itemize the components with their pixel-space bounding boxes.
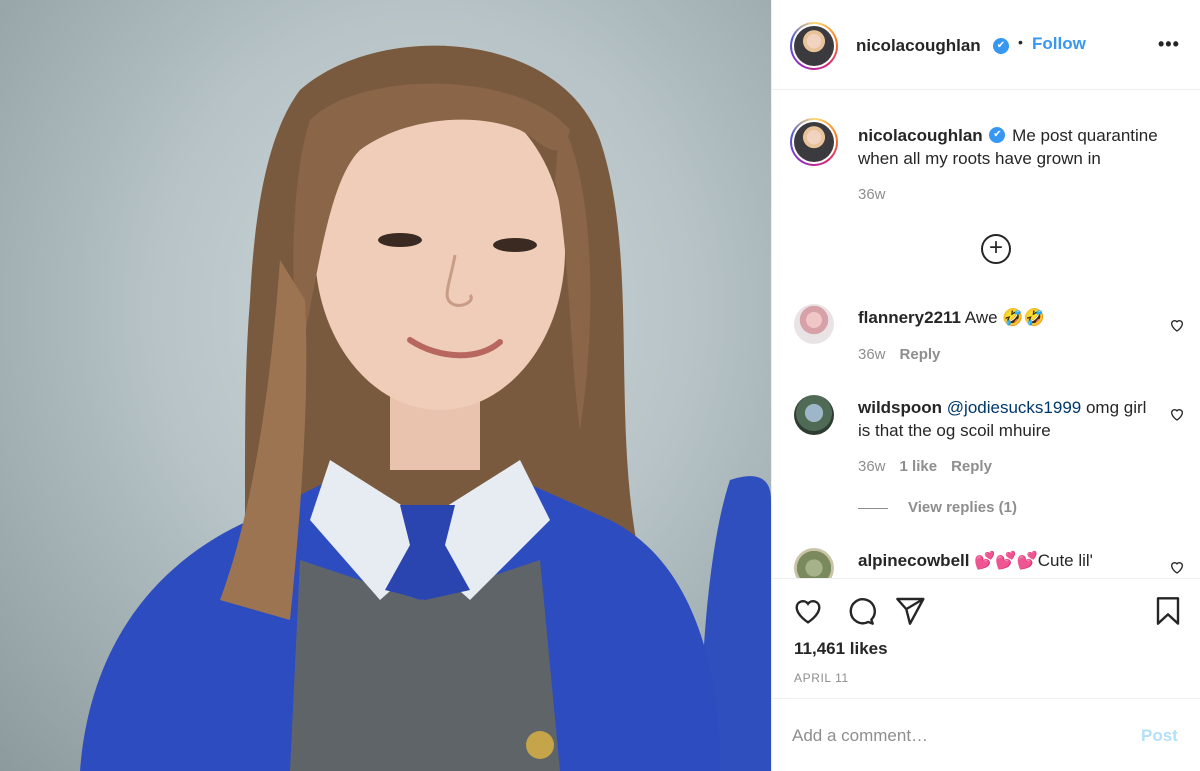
comment-text: alpinecowbell 💕💕💕Cute lil' bbox=[858, 549, 1158, 572]
share-paper-plane-icon[interactable] bbox=[894, 595, 926, 627]
author-username[interactable]: nicolacoughlan bbox=[856, 36, 981, 56]
comment-meta: 36w 1 like Reply bbox=[858, 458, 992, 475]
save-bookmark-icon[interactable] bbox=[1152, 595, 1184, 627]
author-avatar[interactable] bbox=[790, 22, 838, 70]
post-actions: 11,461 likes APRIL 11 bbox=[772, 578, 1200, 698]
comment-meta: 36w Reply bbox=[858, 346, 940, 363]
caption-avatar[interactable] bbox=[790, 118, 838, 166]
more-options-icon[interactable]: ••• bbox=[1158, 34, 1180, 55]
comment-bubble-icon[interactable] bbox=[844, 595, 876, 627]
comment-input[interactable] bbox=[792, 721, 1112, 751]
view-replies-label: View replies (1) bbox=[908, 499, 1017, 516]
comment-body: Awe 🤣🤣 bbox=[961, 308, 1045, 327]
post-header: nicolacoughlan ✔ • Follow ••• bbox=[772, 0, 1200, 90]
comment-username[interactable]: flannery2211 bbox=[858, 308, 961, 327]
like-heart-icon[interactable] bbox=[792, 595, 824, 627]
header-separator: • bbox=[1018, 34, 1023, 50]
caption-timestamp[interactable]: 36w bbox=[858, 186, 886, 203]
follow-button[interactable]: Follow bbox=[1032, 34, 1086, 54]
comment-text: flannery2211 Awe 🤣🤣 bbox=[858, 306, 1158, 329]
verified-badge-icon: ✔ bbox=[989, 126, 1006, 143]
commenter-avatar[interactable] bbox=[794, 548, 834, 578]
commenter-avatar[interactable] bbox=[794, 304, 834, 344]
comment-username[interactable]: alpinecowbell bbox=[858, 551, 969, 570]
comment-mention-link[interactable]: @jodiesucks1999 bbox=[947, 398, 1081, 417]
load-more-comments-icon[interactable]: + bbox=[981, 234, 1011, 264]
comment-text: wildspoon @jodiesucks1999 omg girl is th… bbox=[858, 396, 1158, 442]
comment-timestamp[interactable]: 36w bbox=[858, 458, 886, 475]
post-photo[interactable] bbox=[0, 0, 771, 771]
like-comment-heart-icon[interactable] bbox=[1169, 406, 1185, 422]
post-comment-button[interactable]: Post bbox=[1141, 726, 1178, 746]
comment-body: 💕💕💕Cute lil' bbox=[969, 551, 1093, 570]
post-caption: nicolacoughlan ✔ Me post quarantine when… bbox=[858, 124, 1188, 170]
verified-badge-icon: ✔ bbox=[993, 38, 1009, 54]
like-comment-heart-icon[interactable] bbox=[1169, 559, 1185, 575]
commenter-avatar[interactable] bbox=[794, 395, 834, 435]
reply-button[interactable]: Reply bbox=[951, 458, 992, 475]
replies-divider bbox=[858, 507, 888, 509]
caption-username[interactable]: nicolacoughlan bbox=[858, 126, 983, 145]
view-replies-button[interactable]: View replies (1) bbox=[858, 499, 1017, 516]
comment-username[interactable]: wildspoon bbox=[858, 398, 942, 417]
comment-timestamp[interactable]: 36w bbox=[858, 346, 886, 363]
post-image bbox=[80, 45, 771, 771]
comment-like-count[interactable]: 1 like bbox=[900, 458, 938, 475]
post-date[interactable]: APRIL 11 bbox=[794, 671, 849, 685]
like-count[interactable]: 11,461 likes bbox=[794, 639, 888, 659]
add-comment-bar: Post bbox=[772, 698, 1200, 771]
comments-section[interactable]: nicolacoughlan ✔ Me post quarantine when… bbox=[772, 91, 1200, 578]
like-comment-heart-icon[interactable] bbox=[1169, 317, 1185, 333]
reply-button[interactable]: Reply bbox=[900, 346, 941, 363]
post-sidebar: nicolacoughlan ✔ • Follow ••• nicolacoug… bbox=[771, 0, 1200, 771]
